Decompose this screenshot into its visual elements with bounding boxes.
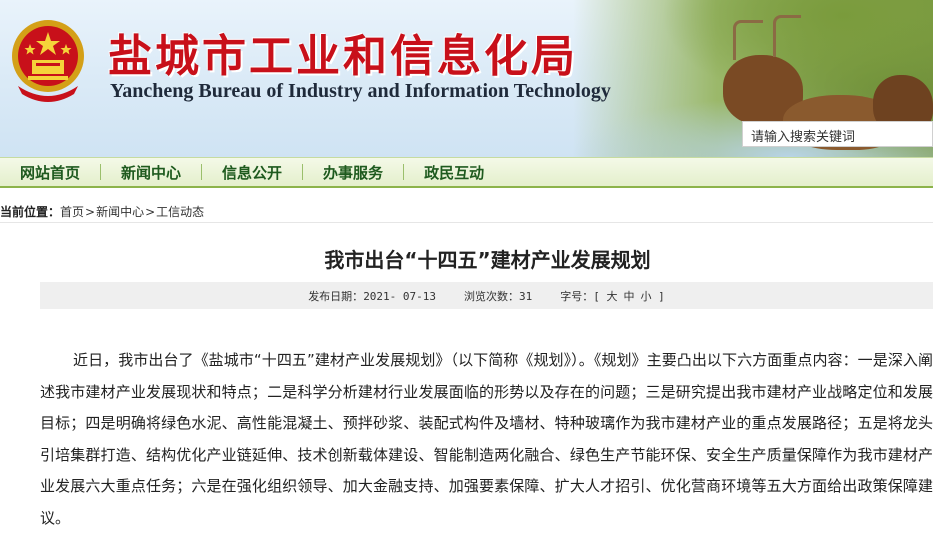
nav-item-interaction[interactable]: 政民互动 [404,158,504,186]
national-emblem-icon [12,20,84,102]
publish-date: 发布日期：2021- 07-13 [308,288,436,304]
nav-item-services[interactable]: 办事服务 [303,158,403,186]
font-size-bracket: ] [658,289,665,303]
site-title-english: Yancheng Bureau of Industry and Informat… [110,80,611,102]
nav-item-info-disclosure[interactable]: 信息公开 [202,158,302,186]
article-meta-bar: 发布日期：2021- 07-13 浏览次数：31 字号：[ 大 中 小 ] [40,282,933,309]
breadcrumb-separator: > [145,204,156,219]
deer-antler [733,20,763,60]
site-title-chinese: 盐城市工业和信息化局 [108,31,578,82]
publish-date-label: 发布日期： [308,289,364,303]
font-size-small-button[interactable]: 小 [641,288,652,304]
font-size-control: 字号：[ 大 中 小 ] [560,288,665,304]
font-size-bracket: [ [593,289,600,303]
main-nav: 网站首页 新闻中心 信息公开 办事服务 政民互动 [0,157,933,188]
breadcrumb-link-industry-news[interactable]: 工信动态 [156,203,204,220]
breadcrumb-label: 当前位置： [0,205,61,219]
breadcrumb: 当前位置： 首页 > 新闻中心 > 工信动态 [0,201,933,223]
article-title: 我市出台“十四五”建材产业发展规划 [324,248,651,272]
deer-antler [773,15,801,57]
article-body: 近日，我市出台了《盐城市“十四五”建材产业发展规划》（以下简称《规划》）。《规划… [40,351,933,527]
breadcrumb-link-home[interactable]: 首页 [60,203,84,220]
view-count-value: 31 [519,289,533,303]
breadcrumb-link-news[interactable]: 新闻中心 [96,203,144,220]
view-count-label: 浏览次数： [464,289,520,303]
search-input[interactable]: 请输入搜索关键词 [742,121,933,147]
font-size-medium-button[interactable]: 中 [624,288,635,304]
site-banner: 盐城市工业和信息化局 Yancheng Bureau of Industry a… [0,0,933,157]
breadcrumb-separator: > [85,204,96,219]
publish-date-value: 2021- 07-13 [363,289,437,303]
view-count: 浏览次数：31 [464,288,532,304]
font-size-large-button[interactable]: 大 [607,288,618,304]
nav-item-news[interactable]: 新闻中心 [101,158,201,186]
font-size-label: 字号： [560,289,594,303]
nav-item-home[interactable]: 网站首页 [0,158,100,186]
